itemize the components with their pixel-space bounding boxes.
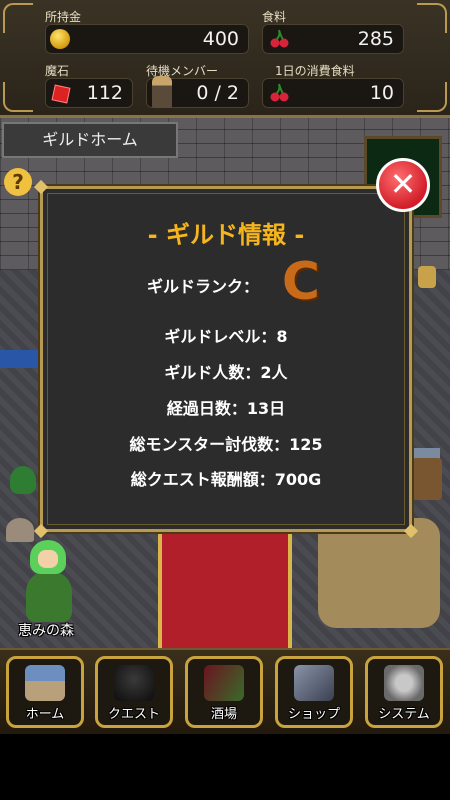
ornament-corner (417, 82, 447, 112)
nav-label: 酒場 (210, 707, 237, 722)
rank-label: ギルドランク： (147, 277, 260, 296)
bottom-nav: ホーム クエスト 酒場 ショップ システム (0, 648, 450, 736)
npc-body (26, 572, 72, 622)
standby-box: 0 / 2 (146, 76, 249, 108)
sand-patch (318, 518, 440, 628)
dialog-title: - ギルド情報 - (147, 221, 305, 249)
cherry-icon (270, 29, 289, 48)
food-value: 285 (357, 28, 394, 50)
ornament-corner (3, 82, 33, 112)
nav-label: ホーム (25, 707, 65, 722)
money-box: 400 (45, 24, 249, 54)
nav-tavern-button[interactable]: 酒場 (185, 656, 263, 728)
monster-kills-line: 総モンスター討伐数：125 (129, 435, 323, 454)
ornament-corner (417, 3, 447, 33)
daily-food-value: 10 (369, 82, 394, 104)
nav-label: クエスト (107, 707, 160, 722)
guild-info-dialog: - ギルド情報 - ギルドランク： C ギルドレベル：8 ギルド人数：2人 経過… (33, 179, 419, 539)
magic-stone-label: 魔石 (45, 64, 70, 78)
hero-portrait-icon (152, 76, 172, 108)
magic-stone-box: 112 (45, 78, 133, 108)
food-label: 食料 (262, 10, 287, 24)
place-name: 恵みの森 (18, 623, 74, 639)
barrel (412, 458, 442, 500)
wall-lamp (418, 266, 436, 288)
potted-plant (10, 466, 36, 494)
nav-shop-button[interactable]: ショップ (275, 656, 353, 728)
rank-badge: C (281, 252, 321, 312)
shield-sword-icon (294, 665, 334, 701)
wine-bottle-icon (204, 665, 244, 701)
nav-quest-button[interactable]: クエスト (95, 656, 173, 728)
nav-system-button[interactable]: システム (365, 656, 443, 728)
blue-banner (0, 350, 40, 368)
magic-stone-value: 112 (86, 82, 123, 104)
quest-reward-line: 総クエスト報酬額：700G (130, 470, 322, 489)
money-value: 400 (202, 28, 239, 50)
house-icon (25, 665, 65, 701)
food-box: 285 (262, 24, 404, 54)
cherry-icon (270, 83, 289, 102)
npc-face (38, 550, 58, 568)
status-panel: 所持金 400 食料 285 魔石 112 待機メンバー 0 / 2 1日の消費… (0, 0, 450, 118)
red-gem-icon (51, 84, 71, 104)
close-button[interactable]: ✕ (376, 158, 430, 212)
standby-value: 0 / 2 (196, 82, 239, 104)
gold-coin-icon (50, 29, 70, 49)
clay-pot (6, 518, 34, 542)
nav-label: ショップ (287, 707, 340, 722)
forest-spirit-npc[interactable] (22, 540, 76, 622)
daily-food-box: 10 (262, 78, 404, 108)
help-icon[interactable]: ? (4, 168, 32, 196)
daily-food-label: 1日の消費食料 (275, 64, 355, 78)
black-knight-icon (114, 665, 154, 701)
guild-members-line: ギルド人数：2人 (164, 363, 288, 382)
gears-icon (384, 665, 424, 701)
nav-label: システム (378, 707, 430, 722)
bottom-letterbox (0, 734, 450, 800)
guild-level-line: ギルドレベル：8 (164, 327, 288, 346)
red-carpet (158, 528, 292, 648)
ornament-corner (3, 3, 33, 33)
nav-home-button[interactable]: ホーム (6, 656, 84, 728)
location-tab: ギルドホーム (2, 122, 178, 158)
elapsed-days-line: 経過日数：13日 (166, 399, 286, 418)
money-label: 所持金 (45, 10, 82, 24)
